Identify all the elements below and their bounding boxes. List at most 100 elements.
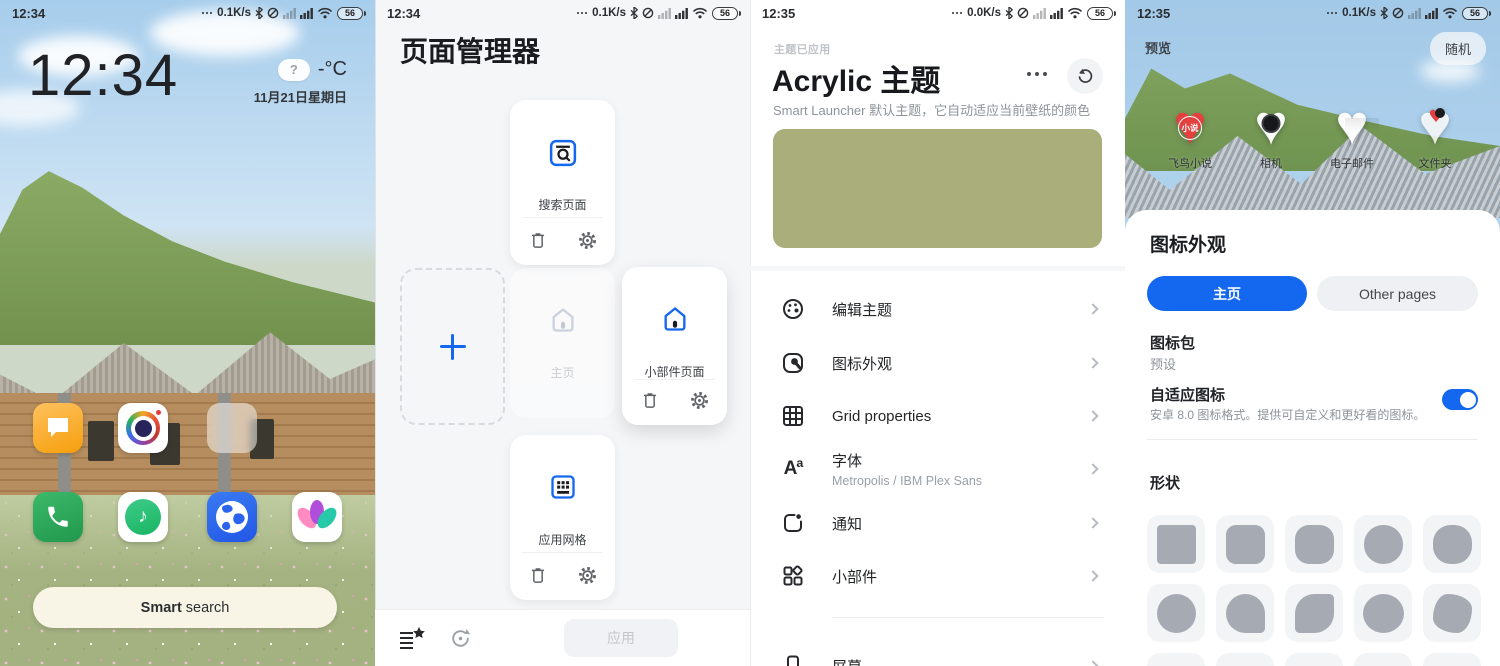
smart-search-bar[interactable]: Smart search — [33, 587, 337, 628]
theme-item-edit-theme[interactable]: 编辑主题 — [750, 283, 1125, 335]
home-screen: 12:34 0.1K/s 56 12:34 ? -°C 11月21日星期日 — [0, 0, 375, 666]
gallery-app-icon[interactable] — [292, 492, 342, 542]
theme-item-font[interactable]: Aª 字体 Metropolis / IBM Plex Sans — [750, 441, 1125, 497]
trash-icon — [528, 565, 548, 585]
theme-item-icon-appearance[interactable]: 图标外观 — [750, 337, 1125, 389]
status-bar: 12:35 0.0K/s 56 — [750, 0, 1125, 26]
status-time: 12:35 — [1137, 6, 1170, 21]
page-card-widget[interactable]: 小部件页面 — [622, 267, 727, 425]
music-note-icon: ♪ — [125, 499, 161, 535]
apply-button[interactable]: 应用 — [564, 619, 678, 657]
heart-icon-red: ♥ 小说 — [1173, 100, 1206, 151]
chevron-right-icon — [1087, 303, 1098, 314]
add-page-button[interactable] — [400, 268, 505, 425]
page-card-label: 小部件页面 — [622, 363, 727, 380]
preview-app-email: ♥ 电子邮件 — [1312, 100, 1392, 171]
widgets-icon — [780, 563, 806, 589]
network-speed: 0.1K/s — [592, 7, 626, 19]
shape-option-pebble[interactable] — [1423, 584, 1481, 642]
app-grid-icon — [510, 473, 615, 501]
shape-option-partial[interactable] — [1354, 653, 1412, 666]
item-label: 小部件 — [832, 566, 877, 587]
preview-app-novel: ♥ 小说 飞鸟小说 — [1150, 100, 1230, 171]
theme-item-grid-properties[interactable]: Grid properties — [750, 390, 1125, 442]
page-settings-button[interactable] — [575, 228, 599, 252]
heart-icon-folder: ♥ ♥ — [1418, 100, 1451, 151]
envelope-fold — [1345, 118, 1379, 132]
gear-icon — [577, 565, 598, 586]
page-card-search[interactable]: 搜索页面 — [510, 100, 615, 265]
page-settings-button[interactable] — [687, 388, 711, 412]
app-label: 飞鸟小说 — [1150, 155, 1230, 171]
music-app-icon[interactable]: ♪ — [118, 492, 168, 542]
delete-page-button[interactable] — [638, 388, 662, 412]
shape-option-partial[interactable] — [1216, 653, 1274, 666]
divider — [832, 617, 1103, 618]
browser-app-icon[interactable] — [207, 492, 257, 542]
item-label: 图标外观 — [832, 353, 892, 374]
heart-icon-camera: ♥ — [1254, 100, 1287, 151]
status-time: 12:35 — [762, 6, 795, 21]
phone-icon — [45, 504, 71, 530]
history-icon — [448, 626, 473, 651]
chevron-right-icon — [1087, 660, 1098, 666]
shape-option-rounded-large[interactable] — [1354, 515, 1412, 573]
theme-item-notifications[interactable]: 通知 — [750, 497, 1125, 549]
gear-icon — [689, 390, 710, 411]
shape-option-squircle[interactable] — [1423, 515, 1481, 573]
shape-option-rounded-small[interactable] — [1216, 515, 1274, 573]
delete-page-button[interactable] — [526, 228, 550, 252]
icon-appearance-screen: 12:35 0.1K/s 56 预览 随机 ♥ 小说 飞鸟小说 ♥ — [1125, 0, 1500, 666]
page-settings-button[interactable] — [575, 563, 599, 587]
network-traffic-icon — [1327, 12, 1338, 15]
shape-option-leaf[interactable] — [1285, 584, 1343, 642]
page-card-label: 应用网格 — [510, 531, 615, 548]
mute-icon — [1017, 7, 1029, 19]
page-card-home[interactable]: 主页 — [510, 268, 615, 418]
shape-option-square[interactable] — [1147, 515, 1205, 573]
messages-app-icon[interactable] — [33, 403, 83, 453]
random-button[interactable]: 随机 — [1430, 32, 1486, 65]
theme-title: Acrylic 主题 — [772, 56, 940, 100]
network-speed: 0.1K/s — [217, 7, 251, 19]
theme-applied-label: 主题已应用 — [774, 41, 831, 57]
page-card-appgrid[interactable]: 应用网格 — [510, 435, 615, 600]
icon-pack-label[interactable]: 图标包 — [1150, 332, 1195, 353]
shape-option-partial[interactable] — [1147, 653, 1205, 666]
list-star-icon — [399, 627, 425, 649]
house-window — [88, 421, 114, 461]
icon-appearance-icon — [780, 350, 806, 376]
gear-icon — [577, 230, 598, 251]
theme-item-widgets[interactable]: 小部件 — [750, 550, 1125, 602]
camera-app-icon[interactable] — [118, 403, 168, 453]
app-label: 文件夹 — [1395, 155, 1475, 171]
trash-icon — [528, 230, 548, 250]
phone-app-icon[interactable] — [33, 492, 83, 542]
shape-option-rounded[interactable] — [1285, 515, 1343, 573]
delete-page-button[interactable] — [526, 563, 550, 587]
theme-item-screen[interactable]: 屏幕 — [750, 640, 1125, 666]
tab-home-page[interactable]: 主页 — [1147, 276, 1307, 311]
shape-option-round[interactable] — [1354, 584, 1412, 642]
tab-other-pages[interactable]: Other pages — [1317, 276, 1478, 311]
adaptive-icons-toggle[interactable] — [1442, 389, 1478, 410]
battery-icon: 56 — [712, 7, 738, 20]
shape-option-partial[interactable] — [1423, 653, 1481, 666]
battery-icon: 56 — [1462, 7, 1488, 20]
reset-button[interactable] — [445, 624, 475, 652]
overflow-menu-icon[interactable] — [1027, 72, 1047, 76]
home-page-icon — [510, 306, 615, 334]
sort-pages-button[interactable] — [397, 624, 427, 652]
chat-bubble-icon — [45, 416, 71, 440]
shape-option-circle[interactable] — [1147, 584, 1205, 642]
placeholder-app-icon[interactable] — [207, 403, 257, 453]
refresh-theme-button[interactable] — [1067, 58, 1103, 94]
mute-icon — [267, 7, 279, 19]
shape-option-teardrop[interactable] — [1216, 584, 1274, 642]
heart-icon-email: ♥ — [1335, 100, 1368, 151]
bluetooth-icon — [630, 7, 638, 19]
weather-widget[interactable]: ? -°C 11月21日星期日 — [254, 58, 347, 106]
mute-icon — [642, 7, 654, 19]
shape-option-partial[interactable] — [1285, 653, 1343, 666]
divider — [1147, 439, 1478, 440]
